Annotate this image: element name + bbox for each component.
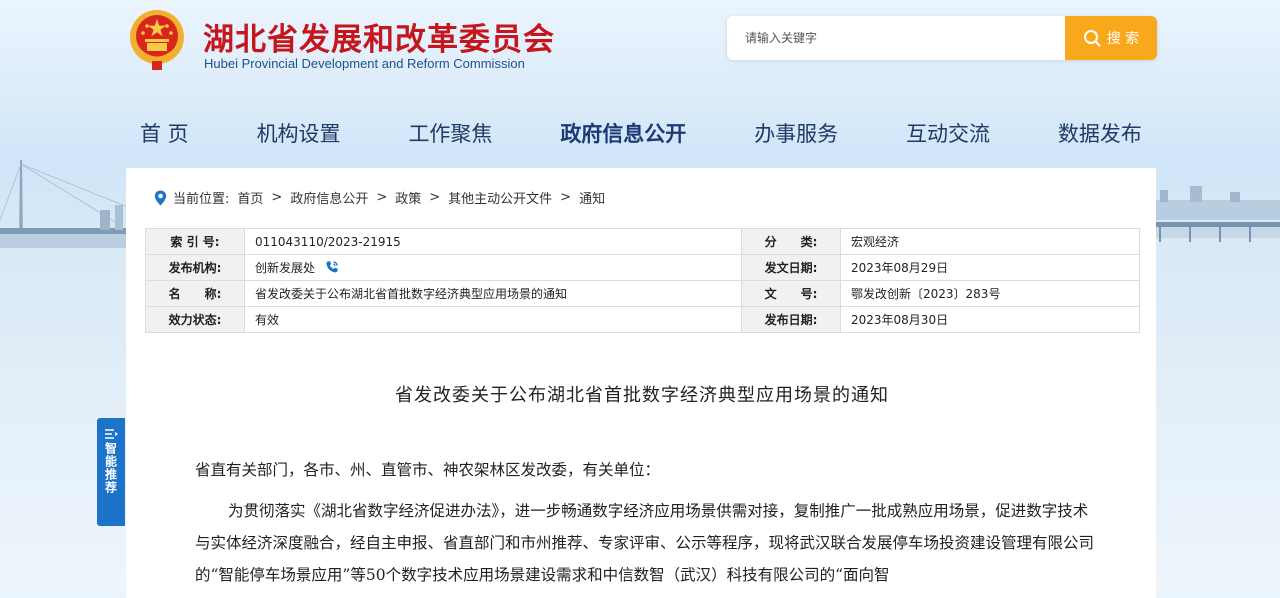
article-title: 省发改委关于公布湖北省首批数字经济典型应用场景的通知 — [395, 385, 889, 406]
doc-date-value: 2023年08月29日 — [840, 254, 1140, 281]
breadcrumb: 当前位置: 首页 > 政府信息公开 > 政策 > 其他主动公开文件 > 通知 — [154, 188, 605, 207]
nav-item-services[interactable]: 办事服务 — [740, 116, 852, 152]
nav-item-interaction[interactable]: 互动交流 — [892, 116, 1004, 152]
nav-item-organization[interactable]: 机构设置 — [243, 116, 355, 152]
nav-item-gov-info-disclosure[interactable]: 政府信息公开 — [546, 116, 700, 152]
table-row: 发布机构: 创新发展处 发文日期: 2023年08月29日 — [145, 254, 1140, 281]
issuer-cell: 创新发展处 — [244, 254, 742, 281]
nav-item-data-release[interactable]: 数据发布 — [1044, 116, 1156, 152]
doc-no-label: 文 号: — [741, 280, 841, 307]
name-label: 名 称: — [145, 280, 245, 307]
site-title: 湖北省发展和改革委员会 — [203, 22, 555, 58]
skyline-decoration-right — [1150, 186, 1280, 242]
breadcrumb-separator: > — [560, 190, 572, 205]
smart-recommend-tab[interactable]: 智能推荐 — [97, 418, 125, 526]
article-paragraph-body: 为贯彻落实《湖北省数字经济促进办法》，进一步畅通数字经济应用场景供需对接，复制推… — [195, 502, 1095, 584]
table-row: 索 引 号: 011043110/2023-21915 分 类: 宏观经济 — [145, 228, 1140, 255]
breadcrumb-prefix: 当前位置: — [173, 192, 230, 207]
location-pin-icon — [154, 190, 167, 205]
doc-date-label: 发文日期: — [741, 254, 841, 281]
breadcrumb-item-notice[interactable]: 通知 — [579, 188, 605, 207]
breadcrumb-separator: > — [429, 190, 441, 205]
document-meta-table: 索 引 号: 011043110/2023-21915 分 类: 宏观经济 发布… — [145, 228, 1140, 333]
status-label: 效力状态: — [145, 306, 245, 333]
category-value: 宏观经济 — [840, 228, 1140, 255]
search-button-label: 搜 索 — [1106, 31, 1140, 47]
publish-date-value: 2023年08月30日 — [840, 306, 1140, 333]
side-tab-label: 智能推荐 — [103, 442, 118, 494]
search-input[interactable] — [727, 16, 1065, 60]
breadcrumb-item-policy[interactable]: 政策 — [395, 188, 421, 207]
issuer-label: 发布机构: — [145, 254, 245, 281]
search-box: 搜 索 — [727, 16, 1157, 60]
doc-no-value: 鄂发改创新〔2023〕283号 — [840, 280, 1140, 307]
nav-item-home[interactable]: 首 页 — [126, 116, 203, 152]
issuer-value: 创新发展处 — [255, 261, 316, 275]
breadcrumb-item-home[interactable]: 首页 — [237, 188, 263, 207]
breadcrumb-separator: > — [271, 190, 283, 205]
site-subtitle-english: Hubei Provincial Development and Reform … — [204, 56, 525, 71]
name-value: 省发改委关于公布湖北省首批数字经济典型应用场景的通知 — [244, 280, 742, 307]
breadcrumb-item-other-files[interactable]: 其他主动公开文件 — [448, 188, 552, 207]
search-icon — [1083, 30, 1101, 47]
breadcrumb-separator: > — [376, 190, 388, 205]
breadcrumb-item-gov-info[interactable]: 政府信息公开 — [290, 188, 368, 207]
table-row: 效力状态: 有效 发布日期: 2023年08月30日 — [145, 306, 1140, 333]
article-paragraph-salutation: 省直有关部门，各市、州、直管市、神农架林区发改委，有关单位： — [195, 461, 661, 479]
status-value: 有效 — [244, 306, 742, 333]
index-no-label: 索 引 号: — [145, 228, 245, 255]
search-button[interactable]: 搜 索 — [1065, 16, 1157, 60]
menu-icon — [105, 429, 118, 439]
category-label: 分 类: — [741, 228, 841, 255]
publish-date-label: 发布日期: — [741, 306, 841, 333]
phone-icon[interactable] — [325, 260, 339, 274]
table-row: 名 称: 省发改委关于公布湖北省首批数字经济典型应用场景的通知 文 号: 鄂发改… — [145, 280, 1140, 307]
index-no-value: 011043110/2023-21915 — [244, 228, 742, 255]
main-nav: 首 页 机构设置 工作聚焦 政府信息公开 办事服务 互动交流 数据发布 — [126, 116, 1156, 152]
national-emblem-logo — [130, 10, 184, 70]
nav-item-work-focus[interactable]: 工作聚焦 — [394, 116, 506, 152]
